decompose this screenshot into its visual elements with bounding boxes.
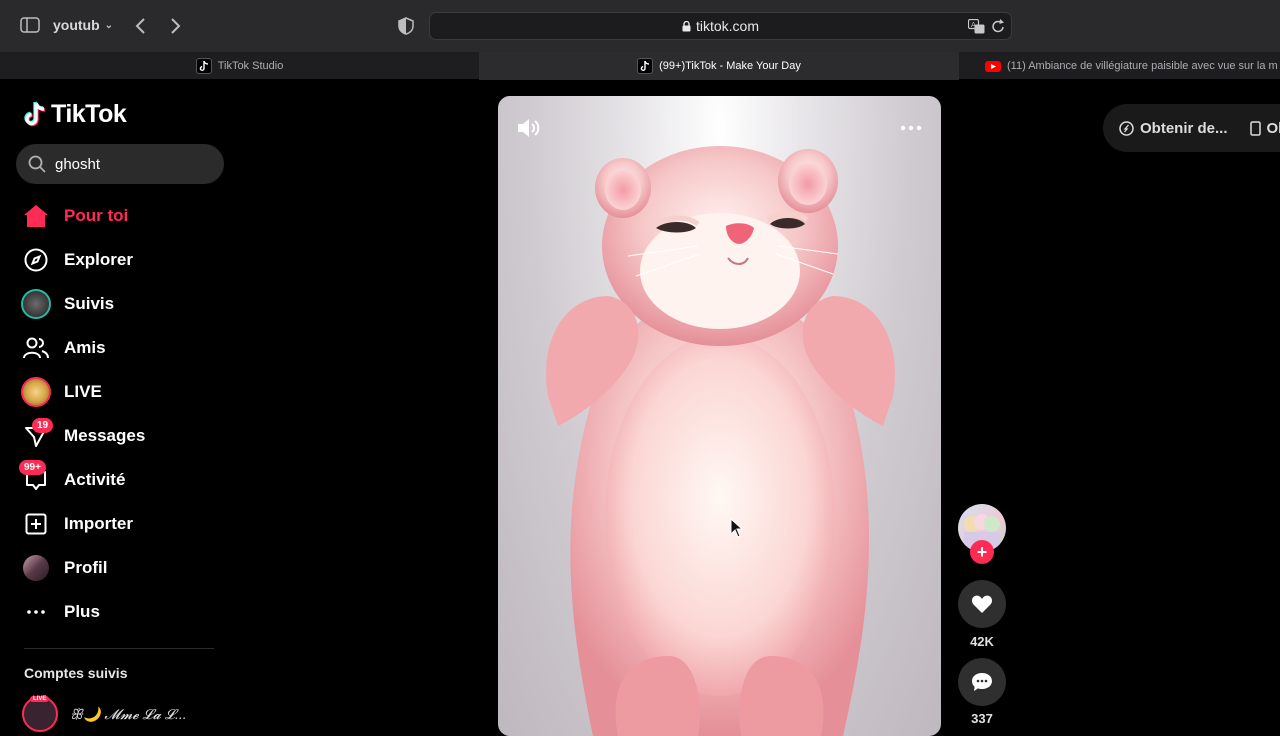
nav-label: Explorer <box>64 250 133 269</box>
search-icon <box>28 155 46 173</box>
profile-avatar <box>20 552 52 584</box>
nav-label: Importer <box>64 514 133 533</box>
tiktok-icon <box>637 58 654 74</box>
nav-label: Suivis <box>64 294 115 313</box>
activity-badge: 99+ <box>19 460 46 475</box>
compass-icon <box>20 244 52 276</box>
nav-for-you[interactable]: Pour toi <box>20 196 220 236</box>
like-button[interactable] <box>958 580 1006 628</box>
tab-tiktok-studio[interactable]: TikTok Studio <box>0 52 479 80</box>
comment-button[interactable] <box>958 658 1006 706</box>
sidebar-divider <box>24 648 214 649</box>
browser-toolbar: youtub ⌄ tiktok.com A <box>0 0 1280 52</box>
following-avatar-icon <box>20 288 52 320</box>
get-app-bar: Obtenir de... Obt <box>1103 104 1280 152</box>
get-coins-button[interactable]: Obtenir de... <box>1119 120 1228 137</box>
comment-icon <box>972 673 992 691</box>
get-app-label: Obt <box>1266 119 1280 137</box>
nav-upload[interactable]: Importer <box>20 504 220 544</box>
heart-icon <box>971 595 993 613</box>
reload-icon[interactable] <box>991 19 1005 34</box>
tiktok-sidebar: TikTok Pour toi Explorer Suivis Amis <box>0 80 240 732</box>
followed-account[interactable]: LIVE ꕥ🌙 𝓜𝓶𝓮 𝓛𝓪 𝓛... <box>22 696 187 732</box>
home-icon <box>20 200 52 232</box>
tab-youtube[interactable]: (11) Ambiance de villégiature paisible a… <box>959 52 1280 80</box>
followed-accounts-title: Comptes suivis <box>24 665 128 681</box>
chevron-down-icon: ⌄ <box>104 19 114 31</box>
tab-tiktok-feed[interactable]: (99+)TikTok - Make Your Day <box>479 52 959 80</box>
address-bar[interactable]: tiktok.com A <box>429 12 1012 40</box>
translate-icon[interactable]: A <box>968 19 985 34</box>
upload-icon <box>20 508 52 540</box>
live-icon <box>20 376 52 408</box>
messages-badge: 19 <box>32 418 54 433</box>
mouse-cursor-icon <box>730 518 744 538</box>
nav-following[interactable]: Suivis <box>20 284 220 324</box>
live-tag: LIVE <box>30 696 50 702</box>
coin-icon <box>1119 120 1134 136</box>
nav-label: Messages <box>64 426 146 445</box>
nav-profile[interactable]: Profil <box>20 548 220 588</box>
inbox-icon: 99+ <box>19 460 52 496</box>
volume-icon[interactable] <box>516 116 542 140</box>
tab-label: TikTok Studio <box>217 60 284 72</box>
tiktok-icon <box>195 58 212 74</box>
friends-icon <box>20 332 52 364</box>
video-player[interactable] <box>498 96 941 736</box>
nav-more[interactable]: Plus <box>20 592 220 632</box>
nav-label: LIVE <box>64 382 102 401</box>
video-frame <box>546 146 895 736</box>
follow-plus-button[interactable]: + <box>970 540 994 564</box>
url-text: tiktok.com <box>695 18 759 34</box>
search-input[interactable] <box>55 155 215 173</box>
logo-text: TikTok <box>51 100 127 128</box>
get-coins-label: Obtenir de... <box>1140 119 1228 137</box>
nav-messages[interactable]: 19 Messages <box>20 416 220 456</box>
like-count: 42K <box>970 634 994 649</box>
nav-live[interactable]: LIVE <box>20 372 220 412</box>
phone-icon <box>1249 120 1261 136</box>
youtube-icon <box>985 60 1001 72</box>
profile-name: youtub <box>53 17 100 33</box>
nav-label: Pour toi <box>64 206 129 225</box>
messages-icon: 19 <box>20 418 54 452</box>
nav-label: Plus <box>64 602 100 621</box>
nav-label: Amis <box>64 338 106 357</box>
back-icon[interactable] <box>134 16 148 36</box>
tab-label: (11) Ambiance de villégiature paisible a… <box>1007 60 1278 72</box>
svg-text:A: A <box>971 21 976 29</box>
privacy-shield-icon[interactable] <box>398 17 414 35</box>
nav-activity[interactable]: 99+ Activité <box>19 460 220 500</box>
tab-label: (99+)TikTok - Make Your Day <box>659 60 801 72</box>
forward-icon[interactable] <box>168 16 182 36</box>
nav-friends[interactable]: Amis <box>20 328 220 368</box>
search-box[interactable] <box>16 144 224 184</box>
comment-count: 337 <box>971 711 993 726</box>
more-icon <box>20 596 52 628</box>
followed-account-avatar: LIVE <box>22 696 58 732</box>
tiktok-logo[interactable]: TikTok <box>24 100 127 129</box>
profile-selector[interactable]: youtub ⌄ <box>53 17 113 33</box>
sidebar-toggle-icon[interactable] <box>20 17 40 33</box>
nav-explore[interactable]: Explorer <box>20 240 220 280</box>
tab-bar: TikTok Studio (99+)TikTok - Make Your Da… <box>0 52 1280 80</box>
nav-label: Profil <box>64 558 108 577</box>
lock-icon <box>682 20 691 31</box>
nav-label: Activité <box>64 470 126 489</box>
ellipsis-icon[interactable] <box>899 118 923 138</box>
tiktok-logo-icon <box>24 101 46 127</box>
get-app-button[interactable]: Obt <box>1249 119 1280 137</box>
